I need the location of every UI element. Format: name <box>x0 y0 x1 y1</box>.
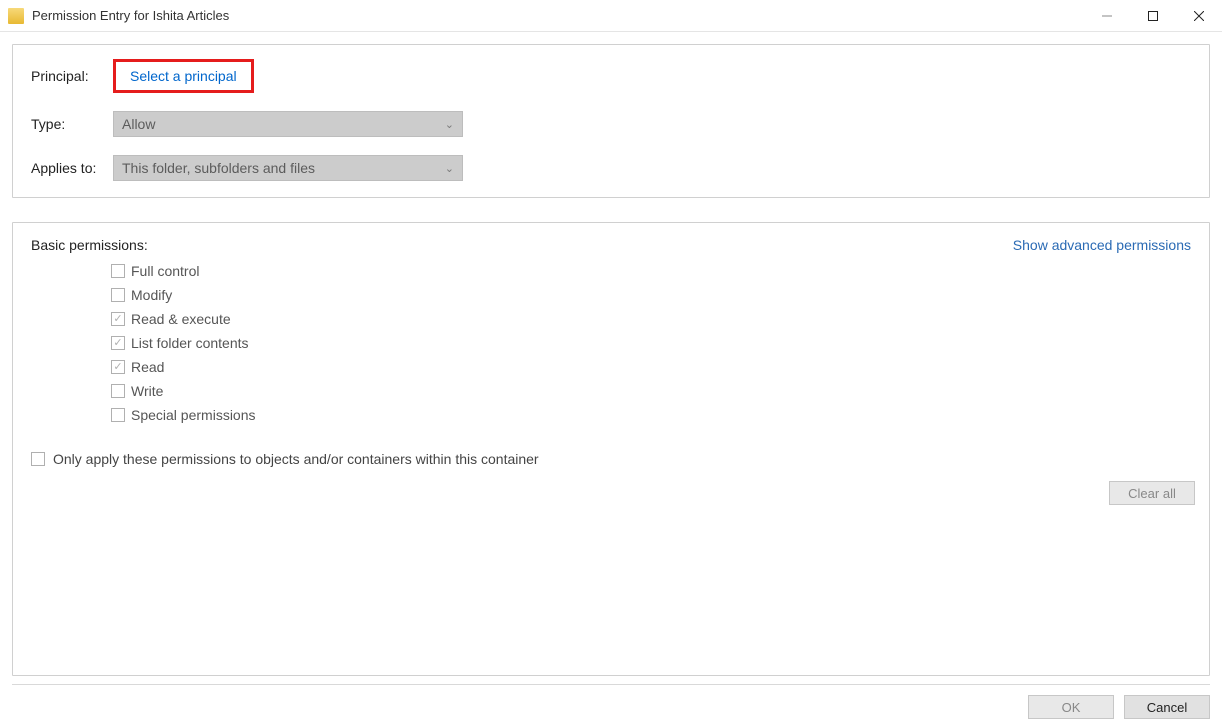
permissions-panel: Basic permissions: Show advanced permiss… <box>12 222 1210 676</box>
close-icon <box>1194 11 1204 21</box>
permission-label: Full control <box>131 263 199 279</box>
dialog-footer: OK Cancel <box>12 684 1210 719</box>
permission-item: Full control <box>111 263 1191 279</box>
permission-label: Special permissions <box>131 407 256 423</box>
principal-label: Principal: <box>31 68 113 84</box>
chevron-down-icon: ⌄ <box>445 118 454 131</box>
maximize-button[interactable] <box>1130 0 1176 32</box>
permission-label: Read & execute <box>131 311 231 327</box>
permission-label: List folder contents <box>131 335 249 351</box>
applies-row: Applies to: This folder, subfolders and … <box>31 155 1191 181</box>
applies-combobox[interactable]: This folder, subfolders and files ⌄ <box>113 155 463 181</box>
permission-checkbox[interactable] <box>111 360 125 374</box>
permission-item: List folder contents <box>111 335 1191 351</box>
only-apply-label: Only apply these permissions to objects … <box>53 451 539 467</box>
principal-row: Principal: Select a principal <box>31 59 1191 93</box>
close-button[interactable] <box>1176 0 1222 32</box>
clear-all-button[interactable]: Clear all <box>1109 481 1195 505</box>
permission-item: Modify <box>111 287 1191 303</box>
permission-checkbox[interactable] <box>111 288 125 302</box>
permission-item: Write <box>111 383 1191 399</box>
type-combobox[interactable]: Allow ⌄ <box>113 111 463 137</box>
permission-label: Modify <box>131 287 172 303</box>
folder-icon <box>8 8 24 24</box>
permission-item: Read <box>111 359 1191 375</box>
clear-all-wrap: Clear all <box>1109 481 1195 505</box>
permission-checkbox[interactable] <box>111 384 125 398</box>
type-label: Type: <box>31 116 113 132</box>
permission-item: Special permissions <box>111 407 1191 423</box>
applies-label: Applies to: <box>31 160 113 176</box>
minimize-button[interactable] <box>1084 0 1130 32</box>
type-value: Allow <box>122 116 155 132</box>
cancel-button[interactable]: Cancel <box>1124 695 1210 719</box>
content: Principal: Select a principal Type: Allo… <box>0 32 1222 727</box>
permission-checkbox[interactable] <box>111 408 125 422</box>
permissions-header: Basic permissions: Show advanced permiss… <box>31 237 1191 253</box>
window-title: Permission Entry for Ishita Articles <box>32 8 229 23</box>
maximize-icon <box>1148 11 1158 21</box>
permission-label: Write <box>131 383 163 399</box>
minimize-icon <box>1102 11 1112 21</box>
permission-checkbox[interactable] <box>111 312 125 326</box>
permission-checkbox[interactable] <box>111 336 125 350</box>
basic-permissions-title: Basic permissions: <box>31 237 148 253</box>
permission-checkbox[interactable] <box>111 264 125 278</box>
only-apply-row: Only apply these permissions to objects … <box>31 451 1191 467</box>
show-advanced-link[interactable]: Show advanced permissions <box>1013 237 1191 253</box>
select-principal-link[interactable]: Select a principal <box>113 59 254 93</box>
window-controls <box>1084 0 1222 32</box>
permission-item: Read & execute <box>111 311 1191 327</box>
permission-list: Full control Modify Read & execute List fol… <box>111 263 1191 423</box>
applies-value: This folder, subfolders and files <box>122 160 315 176</box>
principal-panel: Principal: Select a principal Type: Allo… <box>12 44 1210 198</box>
ok-button[interactable]: OK <box>1028 695 1114 719</box>
chevron-down-icon: ⌄ <box>445 162 454 175</box>
titlebar: Permission Entry for Ishita Articles <box>0 0 1222 32</box>
only-apply-checkbox[interactable] <box>31 452 45 466</box>
permission-label: Read <box>131 359 164 375</box>
type-row: Type: Allow ⌄ <box>31 111 1191 137</box>
